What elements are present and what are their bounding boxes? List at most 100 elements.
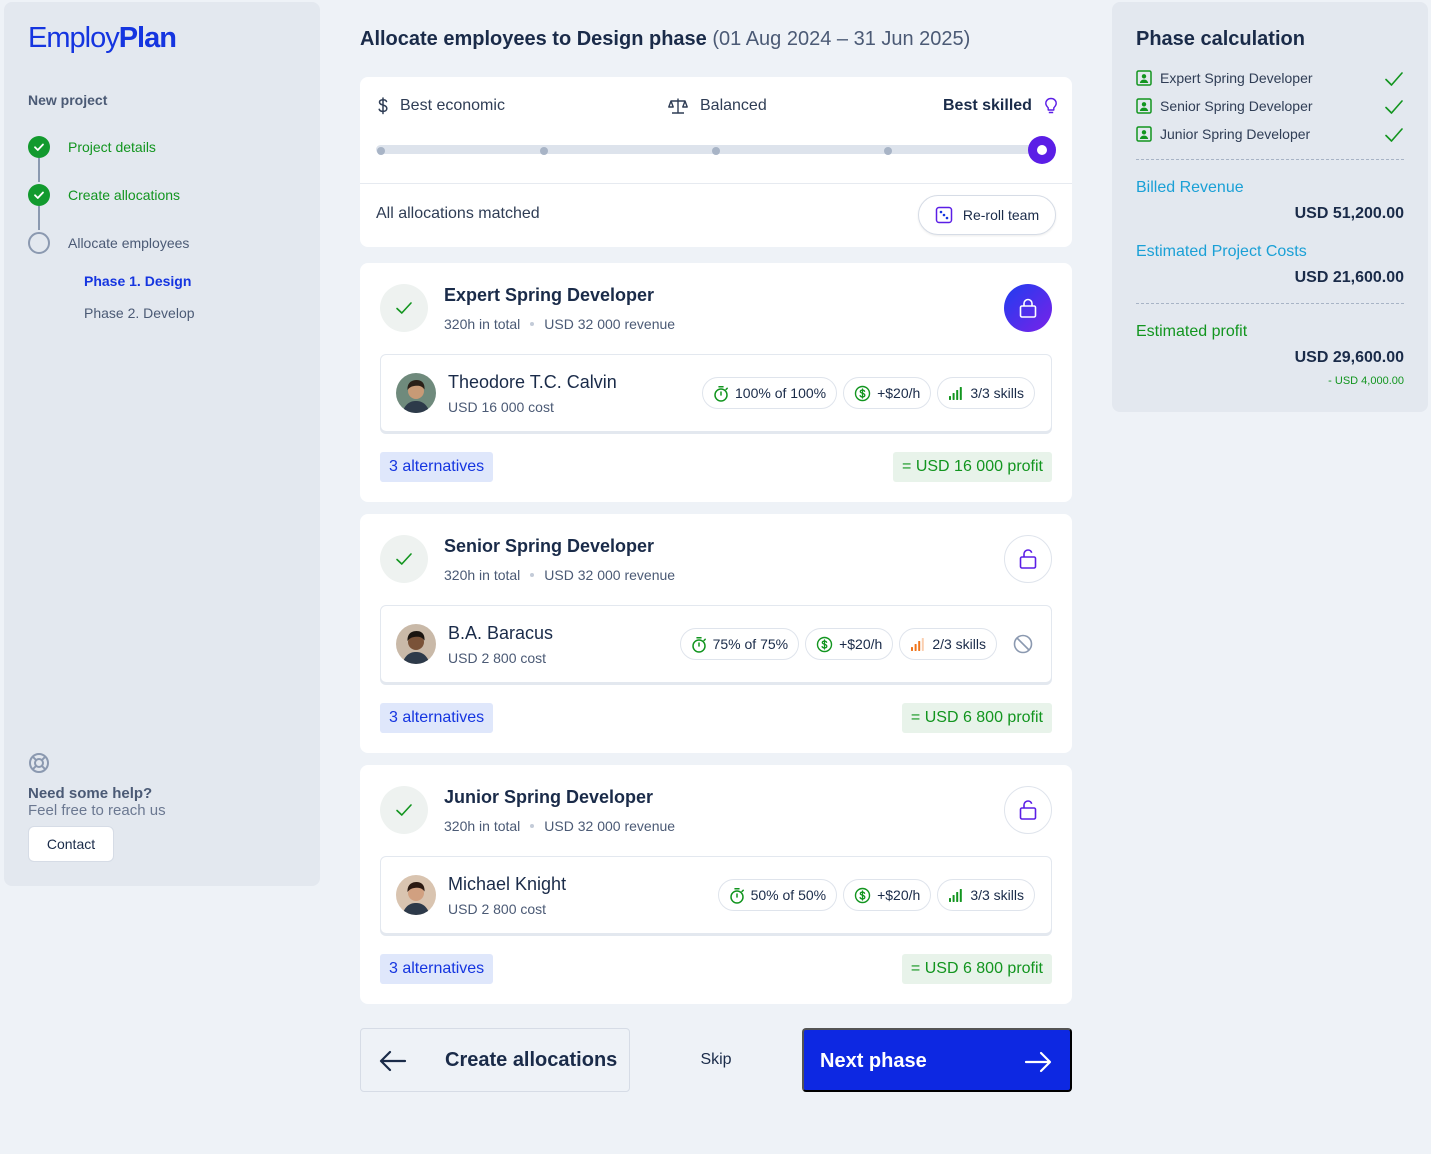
step-allocate-employees[interactable]: Allocate employees (28, 231, 288, 255)
estimated-profit-value: USD 29,600.00 (1294, 349, 1404, 366)
role-meta: 320h in total USD 32 000 revenue (444, 818, 675, 834)
allocation-card: Expert Spring Developer 320h in total US… (360, 263, 1072, 502)
sidebar: EmployPlan New project Project details C… (4, 2, 320, 886)
calc-role-item: Expert Spring Developer (1136, 70, 1404, 86)
arrow-right-icon (1024, 1051, 1052, 1073)
strategy-best-skilled[interactable]: Best skilled (943, 95, 1058, 117)
dot-separator (530, 573, 535, 577)
profit-badge: = USD 6 800 profit (901, 954, 1052, 984)
lightbulb-icon (1045, 97, 1057, 114)
empty-circle-icon (28, 232, 50, 254)
role-revenue: USD 32 000 revenue (544, 316, 676, 332)
phase-develop-link[interactable]: Phase 2. Develop (84, 305, 195, 321)
person-badge-icon (1136, 126, 1152, 142)
avatar (396, 373, 436, 413)
logo[interactable]: EmployPlan (28, 22, 177, 55)
role-revenue: USD 32 000 revenue (544, 567, 676, 583)
role-hours: 320h in total (444, 818, 521, 834)
stepper-line (38, 206, 40, 230)
date-range: (01 Aug 2024 – 31 Jun 2025) (712, 28, 971, 50)
check-circle-icon (28, 184, 50, 206)
reroll-team-button[interactable]: Re-roll team (918, 195, 1056, 235)
employee-chips: 50% of 50% +$20/h 3/3 skills (717, 879, 1035, 911)
employee-name[interactable]: B.A. Baracus (448, 623, 553, 644)
role-hours: 320h in total (444, 316, 521, 332)
check-icon (380, 786, 428, 834)
role-meta: 320h in total USD 32 000 revenue (444, 316, 675, 332)
back-button[interactable]: Create allocations (360, 1028, 630, 1092)
stopwatch-icon (729, 887, 744, 904)
block-icon[interactable] (1011, 632, 1035, 656)
help-title: Need some help? (28, 785, 153, 802)
check-icon (1385, 128, 1403, 142)
role-title: Senior Spring Developer (444, 536, 655, 556)
profit-badge: = USD 6 800 profit (901, 703, 1052, 733)
person-badge-icon (1136, 98, 1152, 114)
scale-icon (668, 98, 688, 114)
signal-bars-icon (949, 889, 963, 902)
dollar-icon (378, 97, 388, 115)
dice-icon (935, 206, 953, 224)
next-phase-button[interactable]: Next phase (802, 1028, 1072, 1092)
sidebar-section-title: New project (28, 92, 108, 108)
strategy-balanced[interactable]: Balanced (668, 95, 767, 117)
strategy-best-economic[interactable]: Best economic (376, 95, 505, 117)
role-title: Expert Spring Developer (444, 285, 655, 305)
slider-tick[interactable] (884, 147, 892, 155)
profit-delta: - USD 4,000.00 (1328, 375, 1404, 387)
skills-chip: 3/3 skills (937, 879, 1035, 911)
role-title: Junior Spring Developer (444, 787, 654, 807)
alternatives-button[interactable]: 3 alternatives (380, 452, 494, 482)
rate-chip: +$20/h (843, 377, 932, 409)
signal-bars-icon (911, 638, 925, 651)
dashed-divider (1136, 303, 1404, 304)
calc-title: Phase calculation (1136, 28, 1305, 50)
step-label: Project details (68, 139, 156, 155)
rate-chip: +$20/h (843, 879, 932, 911)
rate-chip: +$20/h (805, 628, 894, 660)
stopwatch-icon (691, 636, 706, 653)
check-icon (1385, 100, 1403, 114)
slider-tick[interactable] (540, 147, 548, 155)
role-revenue: USD 32 000 revenue (544, 818, 676, 834)
step-label: Create allocations (68, 187, 181, 203)
lock-icon[interactable] (1004, 284, 1052, 332)
role-hours: 320h in total (444, 567, 521, 583)
step-project-details[interactable]: Project details (28, 135, 288, 159)
avatar (396, 875, 436, 915)
step-create-allocations[interactable]: Create allocations (28, 183, 288, 207)
alternatives-button[interactable]: 3 alternatives (380, 703, 494, 733)
strategy-slider-handle[interactable] (1028, 136, 1056, 164)
page-title: Allocate employees to Design phase (01 A… (360, 28, 971, 50)
employee-cost: USD 2 800 cost (448, 901, 547, 917)
skills-chip: 2/3 skills (899, 628, 997, 660)
employee-row[interactable]: B.A. Baracus USD 2 800 cost 75% of 75% +… (380, 605, 1052, 683)
step-label: Allocate employees (68, 235, 190, 251)
check-icon (380, 284, 428, 332)
availability-chip: 50% of 50% (717, 879, 838, 911)
calc-role-item: Senior Spring Developer (1136, 98, 1404, 114)
estimated-profit-label: Estimated profit (1136, 323, 1248, 340)
slider-tick[interactable] (712, 147, 720, 155)
billed-revenue-value: USD 51,200.00 (1294, 205, 1404, 222)
alternatives-button[interactable]: 3 alternatives (380, 954, 494, 984)
phase-design-link[interactable]: Phase 1. Design (84, 273, 191, 289)
dollar-circle-icon (854, 887, 871, 903)
employee-row[interactable]: Theodore T.C. Calvin USD 16 000 cost 100… (380, 354, 1052, 432)
employee-name[interactable]: Theodore T.C. Calvin (448, 372, 617, 393)
project-costs-label: Estimated Project Costs (1136, 243, 1307, 260)
unlock-icon[interactable] (1004, 786, 1052, 834)
skip-button[interactable]: Skip (690, 1048, 742, 1072)
slider-tick[interactable] (377, 147, 385, 155)
employee-row[interactable]: Michael Knight USD 2 800 cost 50% of 50%… (380, 856, 1052, 934)
availability-chip: 75% of 75% (679, 628, 800, 660)
strategy-slider-track[interactable] (376, 145, 1046, 154)
help-subtitle: Feel free to reach us (28, 802, 166, 819)
employee-cost: USD 16 000 cost (448, 399, 554, 415)
employee-name[interactable]: Michael Knight (448, 874, 566, 895)
project-costs-value: USD 21,600.00 (1294, 269, 1404, 286)
dot-separator (530, 824, 535, 828)
dashed-divider (1136, 159, 1404, 160)
contact-button[interactable]: Contact (28, 826, 114, 862)
unlock-icon[interactable] (1004, 535, 1052, 583)
